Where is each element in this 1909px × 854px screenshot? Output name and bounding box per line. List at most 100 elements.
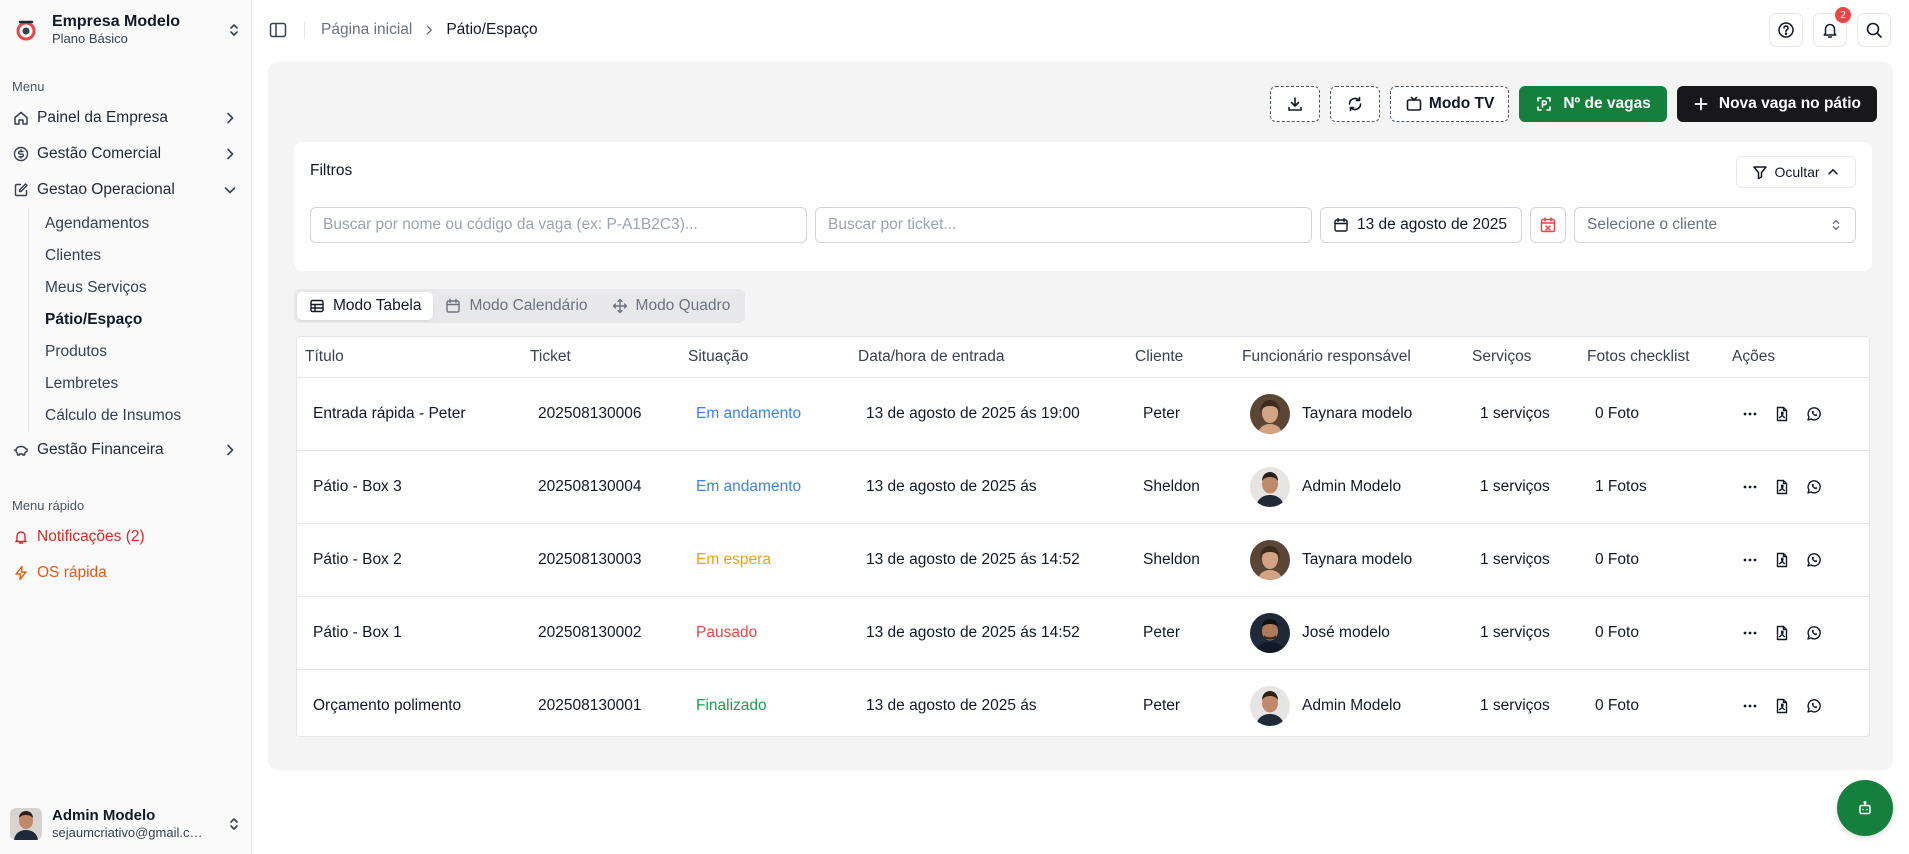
- refresh-button[interactable]: [1329, 86, 1380, 122]
- new-spot-button[interactable]: Nova vaga no pátio: [1676, 86, 1877, 122]
- date-picker[interactable]: 13 de agosto de 2025: [1320, 207, 1522, 243]
- more-horizontal-icon[interactable]: [1740, 696, 1760, 716]
- more-horizontal-icon[interactable]: [1740, 623, 1760, 643]
- table-row[interactable]: Pátio - Box 2 202508130003 Em espera 13 …: [297, 523, 1869, 597]
- sidebar-item-financeira[interactable]: Gestão Financeira: [8, 432, 244, 468]
- tab-board-mode[interactable]: Modo Quadro: [600, 292, 743, 320]
- spots-count-button[interactable]: Nº de vagas: [1519, 86, 1667, 122]
- chevron-up-icon: [1820, 165, 1846, 179]
- table-row[interactable]: Orçamento polimento 202508130001 Finaliz…: [297, 669, 1869, 736]
- chevron-right-icon: [222, 146, 238, 162]
- pdf-file-icon[interactable]: [1772, 477, 1792, 497]
- sidebar-subitem-lembretes[interactable]: Lembretes: [45, 368, 244, 400]
- cell-title: Orçamento polimento: [313, 696, 462, 714]
- sidebar-item-painel[interactable]: Painel da Empresa: [8, 100, 244, 136]
- hide-filters-label: Ocultar: [1774, 164, 1820, 180]
- sidebar-subitem-insumos[interactable]: Cálculo de Insumos: [45, 400, 244, 432]
- employee-name: Admin Modelo: [1302, 477, 1402, 495]
- whatsapp-icon[interactable]: [1804, 404, 1824, 424]
- sidebar-subitem-produtos[interactable]: Produtos: [45, 336, 244, 368]
- chevron-down-icon: [222, 182, 238, 198]
- calendar-icon: [1333, 217, 1357, 233]
- new-spot-label: Nova vaga no pátio: [1718, 95, 1861, 112]
- sidebar-subitem-patio[interactable]: Pátio/Espaço: [45, 304, 244, 336]
- table-row[interactable]: Pátio - Box 1 202508130002 Pausado 13 de…: [297, 596, 1869, 670]
- pdf-file-icon[interactable]: [1772, 404, 1792, 424]
- cell-entry: 13 de agosto de 2025 ás 19:00: [850, 377, 1127, 451]
- filter-icon: [1746, 164, 1774, 180]
- whatsapp-icon[interactable]: [1804, 623, 1824, 643]
- quick-menu-label: Menu rápido: [12, 498, 85, 513]
- more-horizontal-icon[interactable]: [1740, 550, 1760, 570]
- user-menu[interactable]: Admin Modelo sejaumcriativo@gmail.com: [10, 802, 242, 846]
- sidebar-subitem-clientes[interactable]: Clientes: [45, 240, 244, 272]
- calendar-icon: [445, 298, 469, 314]
- cell-entry: 13 de agosto de 2025 ás 14:52: [850, 596, 1127, 670]
- more-horizontal-icon[interactable]: [1740, 477, 1760, 497]
- cell-title: Pátio - Box 2: [297, 523, 522, 597]
- user-email: sejaumcriativo@gmail.com: [52, 825, 207, 841]
- company-switcher[interactable]: Empresa Modelo Plano Básico: [10, 10, 242, 50]
- lightning-icon: [13, 565, 29, 581]
- cell-employee: Taynara modelo: [1234, 523, 1464, 597]
- notifications-button[interactable]: 2: [1813, 7, 1851, 47]
- quick-item-notificacoes[interactable]: Notificações (2): [8, 519, 244, 555]
- search-spot-input[interactable]: [323, 216, 794, 234]
- chat-bot-button[interactable]: [1837, 780, 1893, 836]
- whatsapp-icon[interactable]: [1804, 477, 1824, 497]
- sidebar: Empresa Modelo Plano Básico Menu Painel …: [0, 0, 252, 854]
- cell-actions: [1724, 450, 1869, 524]
- employee-avatar: [1250, 685, 1290, 726]
- cell-services: 1 serviços: [1480, 696, 1550, 714]
- cell-photos: 0 Foto: [1595, 696, 1639, 714]
- client-select-placeholder: Selecione o cliente: [1587, 216, 1718, 233]
- parking-grid-icon: [1535, 95, 1563, 113]
- filters-card: Filtros Ocultar 13 de agosto de 2025 Sel…: [294, 142, 1872, 271]
- table-row[interactable]: Entrada rápida - Peter 202508130006 Em a…: [297, 377, 1869, 451]
- cell-photos: 0 Foto: [1579, 596, 1724, 670]
- employee-name: Admin Modelo: [1302, 696, 1402, 714]
- search-button[interactable]: [1857, 13, 1891, 47]
- download-icon: [1286, 95, 1304, 113]
- bell-icon: [1821, 21, 1839, 39]
- cell-photos: 0 Foto: [1579, 377, 1724, 451]
- client-select[interactable]: Selecione o cliente: [1574, 207, 1856, 243]
- cell-employee: José modelo: [1234, 596, 1464, 670]
- cell-client: Peter: [1143, 696, 1181, 714]
- help-circle-icon: [1777, 21, 1795, 39]
- tv-mode-button[interactable]: Modo TV: [1389, 86, 1510, 122]
- tab-calendar-mode[interactable]: Modo Calendário: [433, 292, 599, 320]
- download-button[interactable]: [1269, 86, 1320, 122]
- cell-client: Sheldon: [1127, 450, 1234, 524]
- employee-name: Taynara modelo: [1302, 550, 1413, 568]
- sidebar-item-operacional[interactable]: Gestao Operacional: [8, 172, 244, 208]
- company-logo: [10, 14, 42, 46]
- cell-employee: Admin Modelo: [1234, 450, 1464, 524]
- sidebar-toggle-icon[interactable]: [268, 20, 288, 40]
- hide-filters-button[interactable]: Ocultar: [1736, 156, 1856, 188]
- pdf-file-icon[interactable]: [1772, 550, 1792, 570]
- user-name: Admin Modelo: [52, 807, 156, 825]
- sidebar-subitem-agendamentos[interactable]: Agendamentos: [45, 208, 244, 240]
- search-ticket-input[interactable]: [828, 216, 1299, 234]
- more-horizontal-icon[interactable]: [1740, 404, 1760, 424]
- sidebar-subitem-servicos[interactable]: Meus Serviços: [45, 272, 244, 304]
- sidebar-item-comercial[interactable]: Gestão Comercial: [8, 136, 244, 172]
- quick-item-os-rapida[interactable]: OS rápida: [8, 555, 244, 591]
- calendar-x-icon: [1539, 216, 1557, 234]
- employee-avatar: [1250, 539, 1290, 580]
- whatsapp-icon[interactable]: [1804, 550, 1824, 570]
- breadcrumb-home[interactable]: Página inicial: [321, 21, 412, 39]
- cell-actions: [1724, 377, 1869, 451]
- whatsapp-icon[interactable]: [1804, 696, 1824, 716]
- pdf-file-icon[interactable]: [1772, 696, 1792, 716]
- help-button[interactable]: [1769, 13, 1803, 47]
- spots-table: Título Ticket Situação Data/hora de entr…: [296, 336, 1870, 737]
- cell-client: Sheldon: [1127, 523, 1234, 597]
- pdf-file-icon[interactable]: [1772, 623, 1792, 643]
- table-row[interactable]: Pátio - Box 3 202508130004 Em andamento …: [297, 450, 1869, 524]
- tv-icon: [1405, 95, 1429, 113]
- column-header: Título: [297, 337, 522, 378]
- tab-table-mode[interactable]: Modo Tabela: [297, 292, 434, 320]
- clear-date-button[interactable]: [1530, 207, 1566, 243]
